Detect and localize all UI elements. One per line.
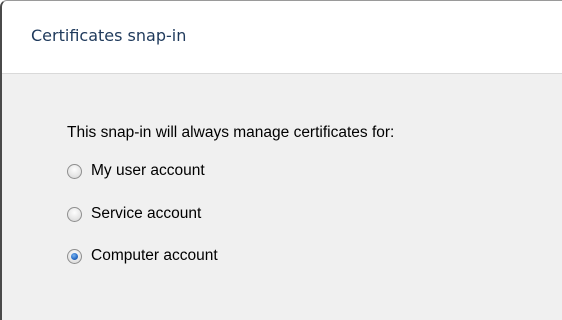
dialog-title: Certificates snap-in bbox=[31, 26, 187, 45]
service-account-radio-button[interactable] bbox=[67, 206, 82, 222]
dialog-header: Certificates snap-in bbox=[2, 1, 562, 74]
certificates-snapin-dialog: Certificates snap-in This snap-in will a… bbox=[0, 0, 562, 320]
my-user-account-label[interactable]: My user account bbox=[91, 162, 205, 180]
my-user-account-radio-button[interactable] bbox=[67, 163, 82, 179]
dialog-body: This snap-in will always manage certific… bbox=[2, 74, 562, 320]
computer-account-radio-button[interactable] bbox=[67, 248, 82, 264]
service-account-label[interactable]: Service account bbox=[91, 205, 201, 223]
radio-option-service-account[interactable]: Service account bbox=[67, 203, 201, 225]
radio-option-my-user-account[interactable]: My user account bbox=[67, 160, 205, 182]
radio-option-computer-account[interactable]: Computer account bbox=[67, 245, 218, 267]
manage-certificates-prompt: This snap-in will always manage certific… bbox=[67, 124, 395, 141]
computer-account-label[interactable]: Computer account bbox=[91, 247, 218, 265]
